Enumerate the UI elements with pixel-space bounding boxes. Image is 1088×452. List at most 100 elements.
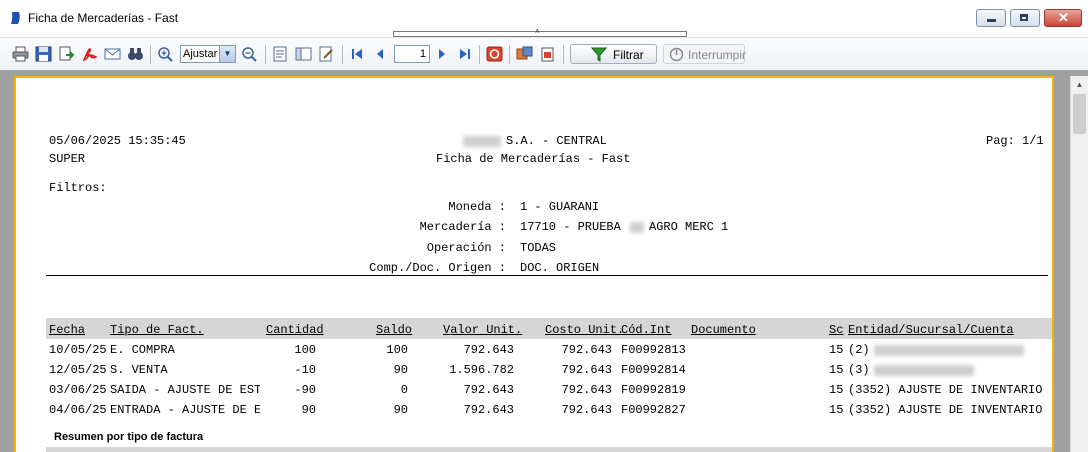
page-setup-icon[interactable] [272,46,289,62]
report-page: 05/06/2025 15:35:45 SUPER S.A. - CENTRAL… [14,76,1054,452]
col-header-tipo: Tipo de Fact. [110,323,204,337]
report-toolbar: Ajustar a ▼ 1 Filtrar Interrumpir [0,37,1088,71]
cell-cantidad: 90 [301,403,316,417]
cell-valor: 792.643 [463,343,514,357]
cell-costo: 792.643 [561,363,612,377]
vertical-scrollbar[interactable]: ▲ [1070,76,1088,452]
window-titlebar: Ficha de Mercaderías - Fast ✕ ˄ [0,0,1088,37]
save-icon[interactable] [35,46,52,62]
report-page-number: Pag: 1/1 [986,134,1044,148]
filter-button[interactable]: Filtrar [570,44,657,64]
prev-page-icon[interactable] [372,46,389,62]
cell-cantidad: -10 [294,363,316,377]
print-icon[interactable] [12,46,29,62]
col-header-saldo: Saldo [376,323,413,337]
cell-entidad: (3352) AJUSTE DE INVENTARIO TUPI [848,383,1043,397]
redacted-company-name [463,136,501,147]
cell-tipo: E. COMPRA [110,343,175,357]
cell-sc: 15 [829,343,844,357]
filters-label: Filtros: [49,181,107,195]
report-title: Ficha de Mercaderías - Fast [436,152,631,166]
cell-sc: 15 [829,403,844,417]
cell-tipo: ENTRADA - AJUSTE DE E [110,403,260,417]
minimize-icon [987,19,996,22]
first-page-icon[interactable] [349,46,366,62]
cell-costo: 792.643 [561,403,612,417]
cell-fecha: 04/06/25 [49,403,107,417]
filter-operation-label: Operación : [426,241,506,255]
cell-cod: F00992813 [621,343,686,357]
edit-icon[interactable] [318,46,335,62]
filter-operation-value: TODAS [520,241,557,255]
zoom-select-value: Ajustar a [183,48,221,60]
cell-costo: 792.643 [561,383,612,397]
page-number-input[interactable]: 1 [394,45,430,63]
filter-currency-value: 1 - GUARANI [520,200,600,214]
email-icon[interactable] [104,46,121,62]
scroll-up-icon[interactable]: ▲ [1071,76,1088,93]
toolbar-separator [479,45,480,64]
outline-icon[interactable] [295,46,312,62]
chevron-down-icon: ▼ [219,46,235,62]
filter-origin-value: DOC. ORIGEN [520,261,600,275]
cell-valor: 792.643 [463,403,514,417]
filter-icon [591,47,607,62]
toolbar-separator [342,45,343,64]
header-divider [46,275,1048,276]
col-header-cod-int: Cód.Int [621,323,672,337]
zoom-select[interactable]: Ajustar a ▼ [180,45,236,63]
cell-fecha: 12/05/25 [49,363,107,377]
cell-tipo: S. VENTA [110,363,168,377]
pdf-icon[interactable] [81,46,98,62]
restore-button[interactable] [1010,9,1040,27]
next-page-icon[interactable] [433,46,450,62]
cell-tipo: SAIDA - AJUSTE DE EST [110,383,260,397]
interrupt-icon [669,47,684,62]
summary-heading: Resumen por tipo de factura [54,431,204,443]
filter-merchandise-value-suffix: AGRO MERC 1 [649,220,729,234]
toolbar-separator [265,45,266,64]
cell-saldo: 100 [386,343,408,357]
minimize-button[interactable] [976,9,1006,27]
zoom-out-icon[interactable] [241,46,258,62]
export-icon[interactable] [58,46,75,62]
close-button[interactable]: ✕ [1044,9,1082,27]
cell-sc: 15 [829,363,844,377]
restore-icon [1020,14,1028,21]
filter-origin-label: Comp./Doc. Origen : [369,261,506,275]
cell-saldo: 90 [393,403,408,417]
cell-entidad: (3352) AJUSTE DE INVENTARIO TUPI [848,403,1043,417]
filter-merchandise-value: 17710 - PRUEBA [520,220,621,234]
stop-icon[interactable] [486,46,503,62]
toolbar-separator [150,45,151,64]
app-logo-icon [11,12,20,24]
interrupt-button[interactable]: Interrumpir [663,44,746,64]
report-user: SUPER [49,152,86,166]
last-page-icon[interactable] [456,46,473,62]
cell-valor: 792.643 [463,383,514,397]
cell-cod: F00992819 [621,383,686,397]
scrollbar-thumb[interactable] [1073,94,1086,134]
cell-cantidad: 100 [294,343,316,357]
cell-valor: 1.596.782 [449,363,514,377]
window-title: Ficha de Mercaderías - Fast [28,11,179,25]
cell-fecha: 10/05/25 [49,343,107,357]
design-icon[interactable] [516,46,533,62]
redacted-entity-name [874,365,974,376]
report-company: S.A. - CENTRAL [506,134,607,148]
toolbar-separator [509,45,510,64]
col-header-cantidad: Cantidad [266,323,324,337]
filter-currency-label: Moneda : [448,200,506,214]
zoom-in-icon[interactable] [157,46,174,62]
report-datetime: 05/06/2025 15:35:45 [49,134,186,148]
find-icon[interactable] [127,46,144,62]
close-icon: ✕ [1058,10,1069,25]
col-header-fecha: Fecha [49,323,86,337]
cell-saldo: 0 [400,383,408,397]
summary-band [46,447,1052,452]
cell-sc: 15 [829,383,844,397]
report-settings-icon[interactable] [539,46,556,62]
cell-fecha: 03/06/25 [49,383,107,397]
col-header-entidad: Entidad/Sucursal/Cuenta [848,323,1014,337]
cell-cod: F00992814 [621,363,686,377]
